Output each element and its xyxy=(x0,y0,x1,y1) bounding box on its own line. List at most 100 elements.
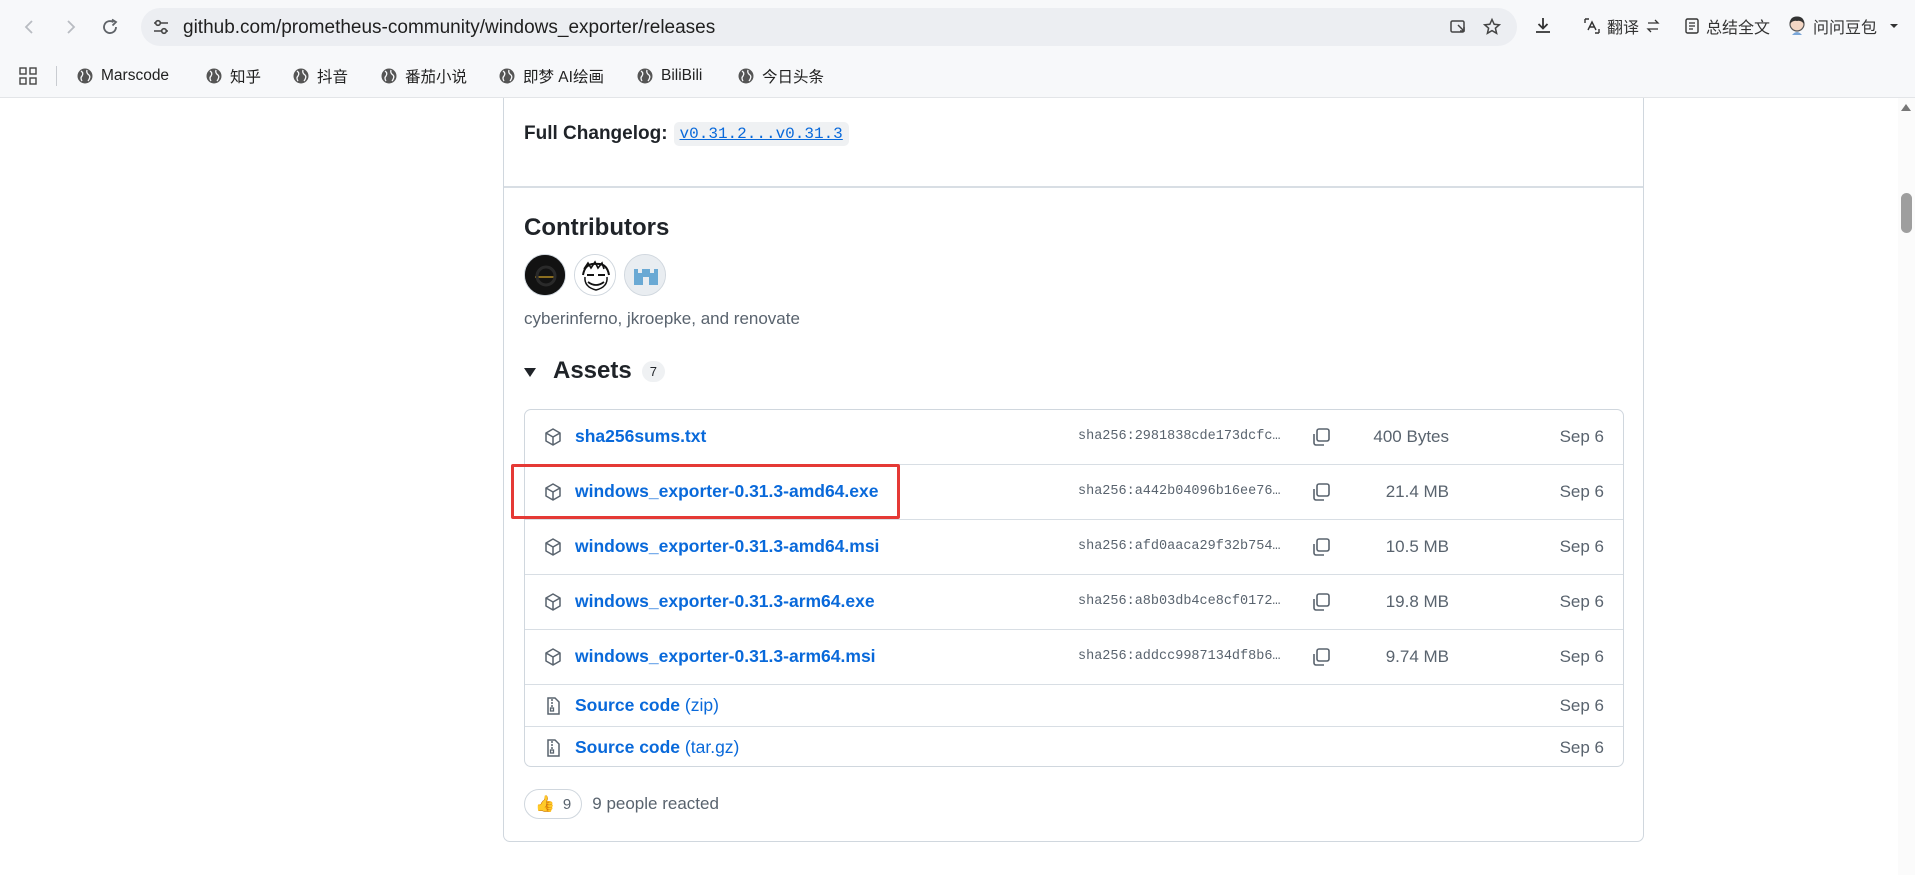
asset-date: Sep 6 xyxy=(1559,592,1604,611)
asset-date: Sep 6 xyxy=(1559,537,1604,556)
avatar-cyberinferno[interactable] xyxy=(524,254,566,296)
back-button[interactable] xyxy=(14,11,46,43)
avatar-image-icon xyxy=(625,255,665,295)
assets-count-badge: 7 xyxy=(641,360,665,382)
asset-download-link[interactable]: sha256sums.txt xyxy=(575,426,706,447)
bookmark-label: BiliBili xyxy=(661,67,703,84)
url-text[interactable]: github.com/prometheus-community/windows_… xyxy=(183,17,715,39)
chevron-down-icon xyxy=(1890,24,1899,28)
swap-icon xyxy=(1646,19,1660,33)
asset-row: windows_exporter-0.31.3-amd64.msi sha256… xyxy=(525,519,1623,574)
highlight-annotation xyxy=(511,464,900,519)
avatar-image-icon xyxy=(575,255,615,295)
asset-sha256: sha256:a8b03db4ce8cf0172… xyxy=(1078,594,1281,609)
bookmark-label: 番茄小说 xyxy=(405,69,468,86)
asset-size: 21.4 MB xyxy=(1385,482,1449,501)
bookmark-zhihu[interactable]: 知乎 xyxy=(205,64,261,88)
translate-label: 翻译 xyxy=(1607,20,1640,37)
address-bar[interactable]: github.com/prometheus-community/windows_… xyxy=(141,8,1517,46)
bookmark-douyin[interactable]: 抖音 xyxy=(292,64,348,88)
contributors-names: cyberinferno, jkroepke, and renovate xyxy=(524,309,800,328)
package-icon xyxy=(545,648,561,666)
asset-date: Sep 6 xyxy=(1559,738,1604,757)
source-format-label: (zip) xyxy=(684,695,719,715)
avatar-jkroepke[interactable] xyxy=(574,254,616,296)
copy-icon[interactable] xyxy=(1310,426,1332,448)
caret-down-icon xyxy=(524,368,536,377)
forward-button[interactable] xyxy=(54,11,86,43)
copy-icon[interactable] xyxy=(1310,646,1332,668)
asset-download-link[interactable]: windows_exporter-0.31.3-arm64.msi xyxy=(575,646,876,667)
avatar-renovate[interactable] xyxy=(624,254,666,296)
asset-size: 400 Bytes xyxy=(1373,427,1449,446)
reload-button[interactable] xyxy=(94,11,126,43)
install-app-icon[interactable] xyxy=(1448,17,1468,37)
asset-size: 19.8 MB xyxy=(1385,592,1449,611)
thumbs-up-icon: 👍 xyxy=(535,796,555,813)
asset-row: windows_exporter-0.31.3-arm64.msi sha256… xyxy=(525,629,1623,684)
changelog-row: Full Changelog: v0.31.2...v0.31.3 xyxy=(524,122,849,146)
arrow-left-icon xyxy=(24,20,33,34)
source-code-targz-link[interactable]: Source code (tar.gz) xyxy=(575,737,739,758)
bookmark-label: Marscode xyxy=(101,67,170,84)
source-row: Source code (zip) Sep 6 xyxy=(525,684,1623,726)
bookmark-fanqie[interactable]: 番茄小说 xyxy=(380,64,467,88)
package-icon xyxy=(545,538,561,556)
asset-size: 10.5 MB xyxy=(1385,537,1449,556)
bookmark-jimeng[interactable]: 即梦 AI绘画 xyxy=(498,64,604,88)
avatar-image-icon xyxy=(525,255,565,295)
source-code-zip-link[interactable]: Source code (zip) xyxy=(575,695,719,716)
contributors-heading: Contributors xyxy=(524,214,670,241)
file-zip-icon xyxy=(547,697,560,715)
bookmark-bilibili[interactable]: BiliBili xyxy=(636,64,702,88)
apps-grid-icon xyxy=(19,67,37,85)
bookmark-star-icon[interactable] xyxy=(1482,17,1502,37)
scrollbar-thumb[interactable] xyxy=(1901,193,1912,233)
asset-row: sha256sums.txt sha256:2981838cde173dcfc…… xyxy=(525,410,1623,464)
avatar-icon xyxy=(1789,16,1805,35)
file-zip-icon xyxy=(547,739,560,757)
browser-toolbar: github.com/prometheus-community/windows_… xyxy=(0,0,1915,54)
copy-icon[interactable] xyxy=(1310,481,1332,503)
bookmark-label: 今日头条 xyxy=(762,69,825,86)
assets-toggle[interactable]: Assets 7 xyxy=(524,357,665,385)
copy-icon[interactable] xyxy=(1310,536,1332,558)
copy-icon[interactable] xyxy=(1310,591,1332,613)
apps-button[interactable] xyxy=(19,64,44,88)
translate-icon xyxy=(1584,18,1600,34)
profile-button[interactable]: 问问豆包 xyxy=(1787,14,1905,38)
asset-size: 9.74 MB xyxy=(1385,647,1449,666)
thumbs-up-reaction-button[interactable]: 👍 9 xyxy=(524,789,583,819)
asset-download-link[interactable]: windows_exporter-0.31.3-amd64.msi xyxy=(575,536,879,557)
asset-row: windows_exporter-0.31.3-arm64.exe sha256… xyxy=(525,574,1623,629)
document-icon xyxy=(1685,18,1699,34)
changelog-label: Full Changelog: xyxy=(524,123,668,144)
arrow-right-icon xyxy=(67,20,76,34)
changelog-compare-link[interactable]: v0.31.2...v0.31.3 xyxy=(673,122,849,146)
download-icon xyxy=(1536,18,1550,33)
translate-button[interactable]: 翻译 xyxy=(1583,14,1667,38)
summarize-button[interactable]: 总结全文 xyxy=(1684,14,1770,38)
assets-list: sha256sums.txt sha256:2981838cde173dcfc…… xyxy=(524,409,1624,767)
downloads-button[interactable] xyxy=(1532,14,1560,38)
source-code-label: Source code xyxy=(575,737,681,757)
summarize-label: 总结全文 xyxy=(1706,20,1771,37)
asset-date: Sep 6 xyxy=(1559,482,1604,501)
reload-icon xyxy=(103,18,118,34)
bookmark-label: 抖音 xyxy=(317,69,349,86)
globe-icon xyxy=(206,68,222,84)
bookmark-marscode[interactable]: Marscode xyxy=(76,64,169,88)
bookmark-toutiao[interactable]: 今日头条 xyxy=(737,64,824,88)
asset-sha256: sha256:addcc9987134df8b6… xyxy=(1078,649,1281,664)
site-settings-icon[interactable] xyxy=(151,17,171,37)
bookmarks-bar: Marscode 知乎 抖音 番茄小说 即梦 AI绘画 BiliBili 今日头… xyxy=(0,54,1915,98)
package-icon xyxy=(545,593,561,611)
scroll-up-arrow-icon[interactable] xyxy=(1901,104,1911,111)
section-divider xyxy=(504,186,1643,188)
globe-icon xyxy=(637,68,653,84)
globe-icon xyxy=(293,68,309,84)
source-format-label: (tar.gz) xyxy=(684,737,740,757)
globe-icon xyxy=(738,68,754,84)
asset-download-link[interactable]: windows_exporter-0.31.3-arm64.exe xyxy=(575,591,875,612)
reaction-summary: 9 people reacted xyxy=(592,794,719,813)
